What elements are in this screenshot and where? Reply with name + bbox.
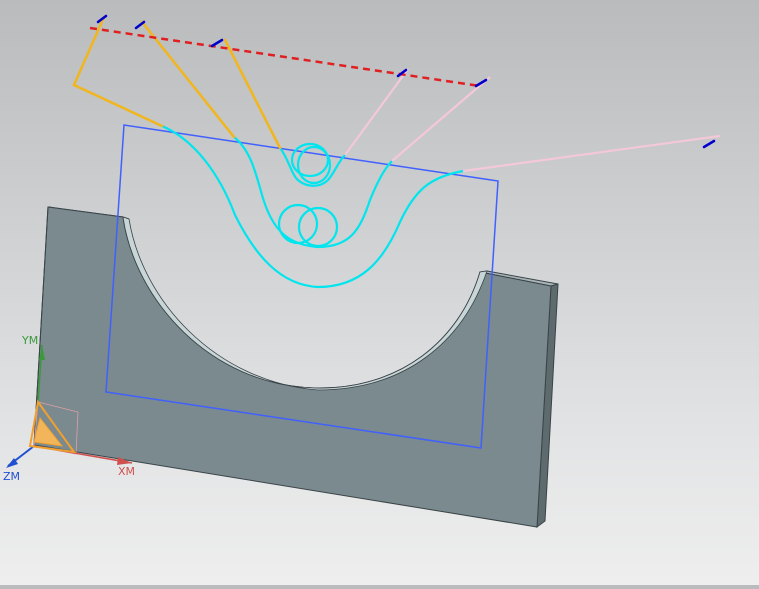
part-front-face xyxy=(33,206,552,528)
graphics-viewport[interactable]: YM XM ZM xyxy=(0,0,759,585)
toolpath-circle-mid-2[interactable] xyxy=(297,206,339,248)
pink-vector-lines[interactable] xyxy=(344,68,721,173)
pink-line-3[interactable] xyxy=(462,134,721,173)
toolpath-group[interactable] xyxy=(161,124,464,289)
toolpath-circle-mid-1[interactable] xyxy=(277,203,319,245)
marker-3[interactable] xyxy=(210,38,224,48)
pink-line-2[interactable] xyxy=(391,76,491,162)
toolpath-circle-top-2[interactable] xyxy=(296,145,332,185)
wcs-x-label: XM xyxy=(118,465,135,478)
red-dashed-reference-line[interactable] xyxy=(89,26,481,88)
part-body[interactable] xyxy=(33,206,559,529)
marker-6[interactable] xyxy=(702,139,716,149)
pink-line-1[interactable] xyxy=(344,68,409,156)
toolpath-outer-curve[interactable] xyxy=(161,124,464,289)
wcs-z-label: ZM xyxy=(3,470,20,483)
cad-scene[interactable]: YM XM ZM xyxy=(0,0,759,585)
tool-axis-lines[interactable] xyxy=(72,15,282,150)
wcs-y-label: YM xyxy=(21,334,38,347)
tool-yellow-line-2[interactable] xyxy=(140,20,236,139)
